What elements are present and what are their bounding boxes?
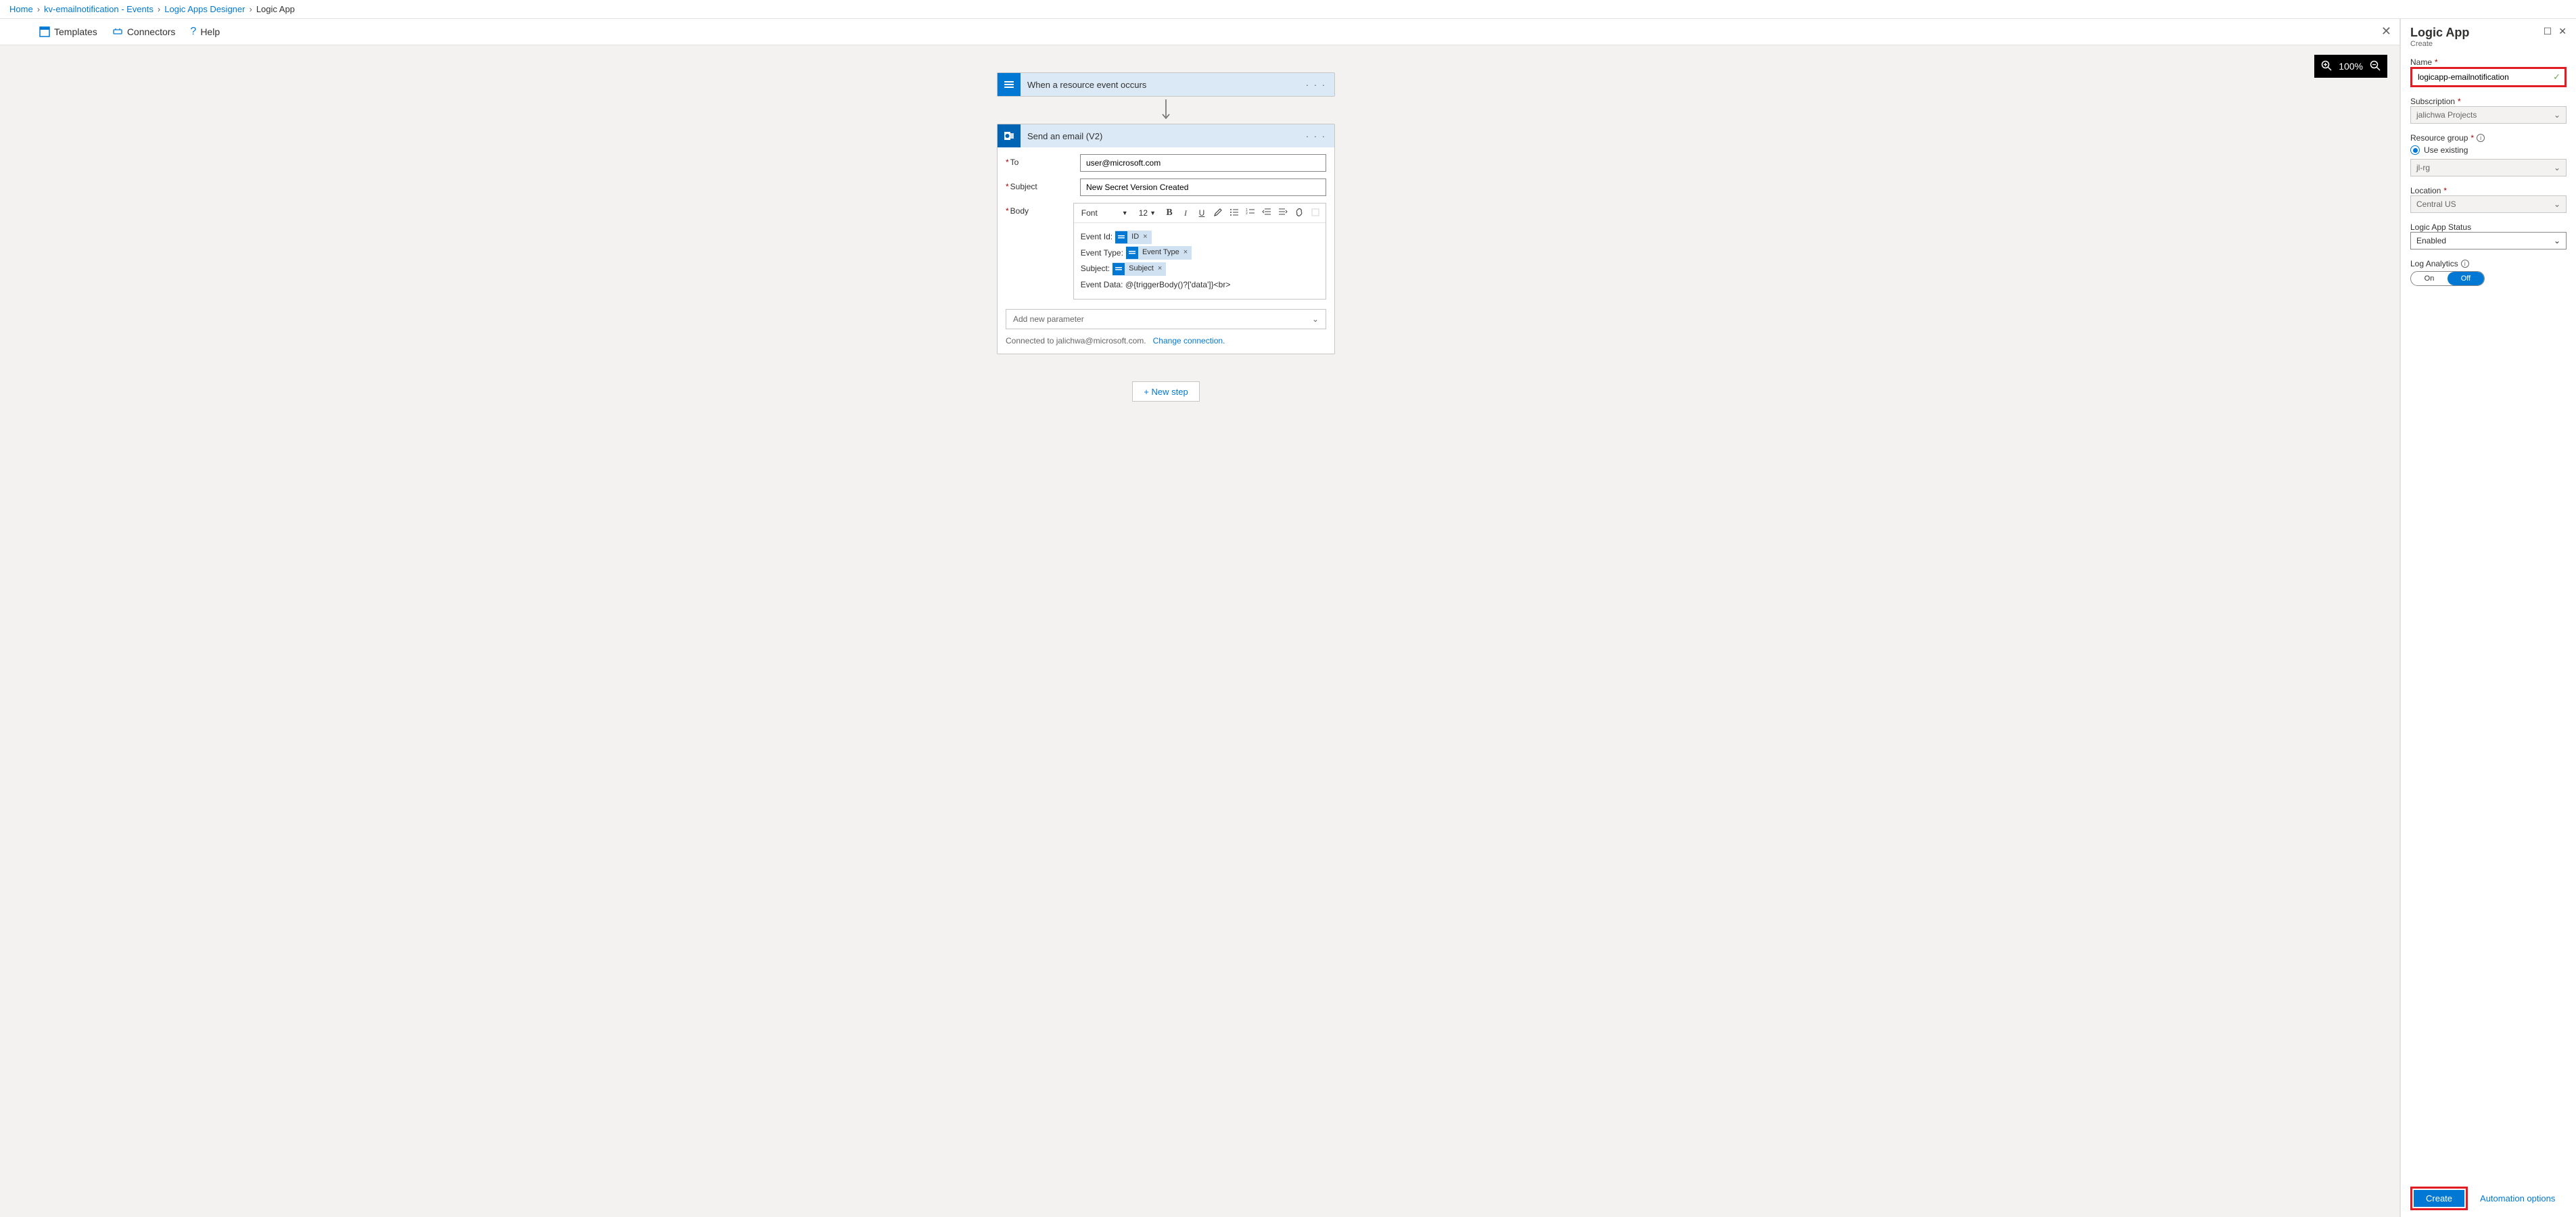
eventgrid-icon bbox=[1113, 263, 1125, 275]
breadcrumb: Home › kv-emailnotification - Events › L… bbox=[0, 0, 2576, 19]
subscription-label: Subscription bbox=[2410, 97, 2455, 106]
toolbar-templates-label: Templates bbox=[54, 26, 97, 37]
bullet-list-icon[interactable] bbox=[1228, 208, 1240, 219]
status-select[interactable]: Enabled⌄ bbox=[2410, 232, 2567, 249]
toolbar-connectors-label: Connectors bbox=[127, 26, 176, 37]
toolbar-help[interactable]: ? Help bbox=[190, 26, 220, 38]
outdent-icon[interactable] bbox=[1261, 208, 1273, 219]
change-connection-link[interactable]: Change connection. bbox=[1153, 336, 1225, 345]
workflow: When a resource event occurs · · · Send … bbox=[997, 72, 1335, 402]
toolbar-help-label: Help bbox=[200, 26, 220, 37]
new-step-button[interactable]: + New step bbox=[1132, 381, 1200, 402]
line1-label: Event Id: bbox=[1081, 230, 1113, 245]
info-icon[interactable]: i bbox=[2477, 134, 2485, 142]
location-label: Location bbox=[2410, 186, 2441, 195]
location-select[interactable]: Central US⌄ bbox=[2410, 195, 2567, 213]
rg-select[interactable]: jl-rg⌄ bbox=[2410, 159, 2567, 176]
breadcrumb-home[interactable]: Home bbox=[9, 4, 33, 14]
toolbar-templates[interactable]: Templates bbox=[39, 26, 97, 37]
toolbar-connectors[interactable]: Connectors bbox=[112, 26, 176, 37]
status-label: Logic App Status bbox=[2410, 222, 2471, 232]
add-parameter-select[interactable]: Add new parameter ⌄ bbox=[1006, 309, 1326, 329]
breadcrumb-sep: › bbox=[249, 4, 252, 14]
designer-main: ✕ Templates Connectors ? Help 100% bbox=[0, 19, 2400, 1217]
rg-label: Resource group bbox=[2410, 133, 2468, 143]
toggle-off[interactable]: Off bbox=[2448, 272, 2484, 285]
eventgrid-icon bbox=[1126, 247, 1138, 259]
check-icon: ✓ bbox=[2553, 72, 2560, 82]
bold-icon[interactable]: B bbox=[1163, 208, 1175, 218]
to-input[interactable] bbox=[1080, 154, 1326, 172]
restore-icon[interactable]: ☐ bbox=[2544, 26, 2552, 48]
breadcrumb-kv[interactable]: kv-emailnotification - Events bbox=[44, 4, 154, 14]
breadcrumb-designer[interactable]: Logic Apps Designer bbox=[164, 4, 245, 14]
line3-label: Subject: bbox=[1081, 262, 1110, 277]
trigger-menu-icon[interactable]: · · · bbox=[1298, 80, 1334, 90]
subject-label: Subject bbox=[1010, 182, 1037, 191]
zoom-in-icon[interactable] bbox=[2321, 60, 2332, 73]
pencil-icon[interactable] bbox=[1212, 208, 1224, 219]
token-subject[interactable]: Subject × bbox=[1113, 262, 1166, 276]
subject-input[interactable] bbox=[1080, 178, 1326, 196]
indent-icon[interactable] bbox=[1277, 208, 1289, 219]
zoom-control: 100% bbox=[2314, 55, 2387, 78]
trigger-card[interactable]: When a resource event occurs · · · bbox=[997, 72, 1335, 97]
subscription-select[interactable]: jalichwa Projects⌄ bbox=[2410, 106, 2567, 124]
breadcrumb-current: Logic App bbox=[256, 4, 295, 14]
automation-options-link[interactable]: Automation options bbox=[2480, 1193, 2555, 1203]
underline-icon[interactable]: U bbox=[1196, 208, 1208, 218]
chevron-down-icon: ⌄ bbox=[2554, 163, 2560, 172]
close-icon[interactable]: ✕ bbox=[2558, 26, 2567, 48]
outlook-icon bbox=[998, 124, 1021, 147]
italic-icon[interactable]: I bbox=[1179, 208, 1192, 218]
remove-token-icon[interactable]: × bbox=[1156, 262, 1166, 276]
create-pane: Logic App Create ☐ ✕ Name * ✓ Subscripti… bbox=[2400, 19, 2576, 1217]
body-editor: Font▼ 12▼ B I U 12 bbox=[1073, 203, 1326, 300]
remove-token-icon[interactable]: × bbox=[1142, 231, 1151, 244]
size-select[interactable]: 12▼ bbox=[1135, 206, 1159, 220]
log-label: Log Analytics bbox=[2410, 259, 2458, 268]
designer-canvas[interactable]: 100% When a resource event occurs · · · bbox=[0, 45, 2399, 1217]
to-label: To bbox=[1010, 158, 1019, 167]
eventgrid-icon bbox=[1115, 231, 1127, 243]
info-icon[interactable]: i bbox=[2461, 260, 2469, 268]
eventgrid-icon bbox=[998, 73, 1021, 96]
token-eventtype[interactable]: Event Type × bbox=[1126, 246, 1192, 260]
action-card: Send an email (V2) · · · *To *Subject bbox=[997, 124, 1335, 354]
line4-text: Event Data: @{triggerBody()?['data']}<br… bbox=[1081, 278, 1319, 293]
body-content[interactable]: Event Id: ID × Ev bbox=[1074, 223, 1326, 299]
chevron-down-icon: ⌄ bbox=[2554, 199, 2560, 209]
toggle-on[interactable]: On bbox=[2411, 272, 2448, 285]
remove-token-icon[interactable]: × bbox=[1182, 246, 1192, 260]
breadcrumb-sep: › bbox=[37, 4, 40, 14]
action-title: Send an email (V2) bbox=[1021, 131, 1298, 141]
action-menu-icon[interactable]: · · · bbox=[1298, 131, 1334, 141]
font-select[interactable]: Font▼ bbox=[1078, 206, 1131, 220]
trigger-title: When a resource event occurs bbox=[1021, 80, 1298, 90]
line2-label: Event Type: bbox=[1081, 246, 1123, 261]
close-icon[interactable]: ✕ bbox=[2381, 24, 2391, 39]
body-label: Body bbox=[1010, 206, 1029, 216]
chevron-down-icon: ⌄ bbox=[2554, 110, 2560, 120]
svg-text:2: 2 bbox=[1246, 212, 1248, 216]
token-id[interactable]: ID × bbox=[1115, 231, 1151, 244]
create-button[interactable]: Create bbox=[2414, 1190, 2464, 1207]
rg-use-existing-radio[interactable]: Use existing bbox=[2410, 145, 2567, 155]
name-label: Name bbox=[2410, 57, 2432, 67]
chevron-down-icon: ⌄ bbox=[1312, 314, 1319, 324]
link-icon[interactable] bbox=[1293, 208, 1305, 219]
flow-connector bbox=[997, 99, 1335, 121]
designer-toolbar: Templates Connectors ? Help bbox=[0, 19, 2399, 45]
zoom-out-icon[interactable] bbox=[2370, 60, 2381, 73]
pane-subtitle: Create bbox=[2410, 40, 2469, 48]
log-analytics-toggle[interactable]: On Off bbox=[2410, 271, 2485, 286]
zoom-level: 100% bbox=[2339, 61, 2363, 72]
pane-title: Logic App bbox=[2410, 26, 2469, 40]
code-icon[interactable] bbox=[1309, 208, 1321, 219]
chevron-down-icon: ⌄ bbox=[2554, 236, 2560, 245]
number-list-icon[interactable]: 12 bbox=[1244, 208, 1257, 219]
breadcrumb-sep: › bbox=[158, 4, 160, 14]
name-input[interactable] bbox=[2412, 69, 2565, 85]
connection-info: Connected to jalichwa@microsoft.com. Cha… bbox=[1006, 336, 1326, 345]
